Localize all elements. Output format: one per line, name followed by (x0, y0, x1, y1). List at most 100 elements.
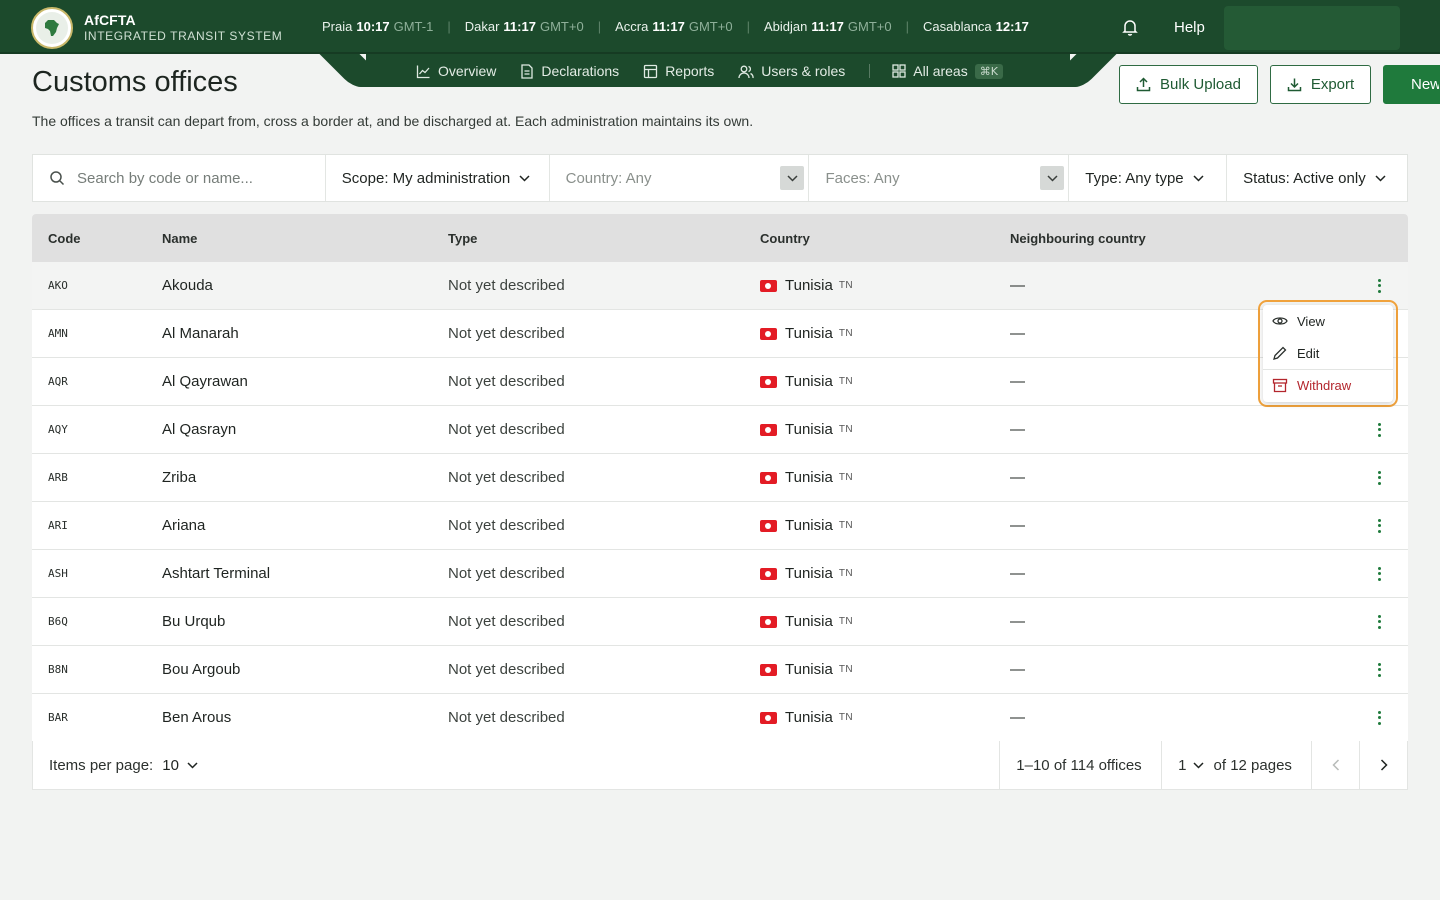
column-header-neighbouring-country[interactable]: Neighbouring country (1010, 231, 1350, 246)
user-account-menu[interactable] (1224, 6, 1400, 50)
country-combobox-toggle[interactable] (780, 166, 805, 190)
table-row[interactable]: ARI Ariana Not yet described Tunisia TN — (32, 502, 1408, 550)
kebab-menu-icon (1377, 662, 1381, 677)
clock-dakar: Dakar 11:17 GMT+0 (464, 19, 584, 34)
column-header-country[interactable]: Country (760, 231, 1010, 246)
nav-tab-reports[interactable]: Reports (643, 63, 714, 79)
country-iso-code: TN (838, 376, 854, 387)
bulk-upload-label: Bulk Upload (1160, 76, 1241, 93)
country-name: Tunisia (785, 325, 833, 342)
chevron-left-icon (1332, 759, 1339, 771)
nav-all-areas[interactable]: All areas ⌘K (892, 63, 1003, 79)
afcfta-logo[interactable] (31, 7, 73, 49)
office-country: Tunisia TN (760, 373, 1010, 390)
pencil-icon (1273, 346, 1287, 360)
bulk-upload-button[interactable]: Bulk Upload (1119, 65, 1258, 104)
new-office-button[interactable]: New (1383, 65, 1440, 104)
country-name: Tunisia (785, 661, 833, 678)
row-actions-button[interactable] (1350, 662, 1408, 677)
row-actions-button[interactable] (1350, 422, 1408, 437)
tunisia-flag-icon (760, 423, 777, 436)
country-iso-code: TN (838, 616, 854, 627)
notifications-bell-icon[interactable] (1120, 17, 1140, 37)
africa-map-icon (36, 12, 68, 44)
help-link[interactable]: Help (1174, 19, 1205, 36)
office-code: ASH (48, 567, 68, 580)
menu-item-edit[interactable]: Edit (1263, 337, 1393, 369)
table-row[interactable]: ARB Zriba Not yet described Tunisia TN — (32, 454, 1408, 502)
nav-tab-users-roles[interactable]: Users & roles (738, 63, 845, 79)
current-page-select[interactable]: 1 (1178, 757, 1186, 774)
status-filter-dropdown[interactable]: Status: Active only (1227, 155, 1407, 201)
previous-page-button[interactable] (1311, 741, 1359, 789)
table-row[interactable]: B8N Bou Argoub Not yet described Tunisia TN — (32, 646, 1408, 694)
office-name: Ariana (162, 517, 206, 534)
office-country: Tunisia TN (760, 565, 1010, 582)
scope-filter-dropdown[interactable]: Scope: My administration (326, 155, 550, 201)
search-input[interactable]: Search by code or name... (33, 155, 326, 201)
items-per-page-label: Items per page: (49, 756, 154, 774)
country-name: Tunisia (785, 565, 833, 582)
kebab-menu-icon (1377, 470, 1381, 485)
faces-combobox-toggle[interactable] (1040, 166, 1065, 190)
row-actions-menu: View Edit Withdraw (1263, 305, 1393, 402)
search-placeholder: Search by code or name... (77, 169, 253, 187)
table-row[interactable]: BAR Ben Arous Not yet described Tunisia TN — (32, 694, 1408, 742)
menu-item-label: View (1297, 313, 1325, 329)
type-filter-dropdown[interactable]: Type: Any type (1069, 155, 1228, 201)
row-actions-button[interactable] (1350, 518, 1408, 533)
document-icon (521, 63, 534, 79)
column-header-name[interactable]: Name (162, 231, 448, 246)
tunisia-flag-icon (760, 519, 777, 532)
table-row[interactable]: B6Q Bu Urqub Not yet described Tunisia TN — (32, 598, 1408, 646)
office-country: Tunisia TN (760, 709, 1010, 726)
office-type: Not yet described (448, 565, 565, 582)
eye-icon (1272, 317, 1288, 325)
users-icon (738, 65, 754, 78)
office-name: Ben Arous (162, 709, 232, 726)
table-row[interactable]: AQY Al Qasrayn Not yet described Tunisia TN — (32, 406, 1408, 454)
row-actions-button[interactable] (1350, 614, 1408, 629)
country-iso-code: TN (838, 568, 854, 579)
row-actions-button[interactable] (1350, 710, 1408, 725)
table-row[interactable]: AKO Akouda Not yet described Tunisia TN — (32, 262, 1408, 310)
neighbouring-country: — (1010, 421, 1025, 438)
nav-tab-label: Declarations (541, 63, 620, 79)
page-description: The offices a transit can depart from, c… (32, 113, 754, 129)
tunisia-flag-icon (760, 327, 777, 340)
nav-tab-declarations[interactable]: Declarations (520, 63, 619, 79)
export-button[interactable]: Export (1270, 65, 1371, 104)
nav-all-areas-label: All areas (913, 63, 968, 79)
row-actions-button[interactable] (1350, 566, 1408, 581)
office-name: Al Qasrayn (162, 421, 237, 438)
menu-item-withdraw[interactable]: Withdraw (1263, 369, 1393, 401)
office-name: Zriba (162, 469, 197, 486)
office-country: Tunisia TN (760, 613, 1010, 630)
kebab-menu-icon (1377, 518, 1381, 533)
brand-name: AfCFTA (84, 12, 136, 28)
neighbouring-country: — (1010, 469, 1025, 486)
column-header-type[interactable]: Type (448, 231, 760, 246)
items-per-page-select[interactable]: 10 (162, 757, 179, 774)
chevron-right-icon (1380, 759, 1388, 771)
office-name: Bu Urqub (162, 613, 226, 630)
office-code: AKO (48, 279, 68, 292)
faces-filter-combobox[interactable]: Faces: Any (809, 155, 1070, 201)
column-header-code[interactable]: Code (32, 231, 162, 246)
table-header: Code Name Type Country Neighbouring coun… (32, 214, 1408, 262)
menu-item-view[interactable]: View (1263, 305, 1393, 337)
table-row[interactable]: AQR Al Qayrawan Not yet described Tunisia TN… (32, 358, 1408, 406)
office-code: B8N (48, 663, 68, 676)
tunisia-flag-icon (760, 615, 777, 628)
next-page-button[interactable] (1359, 741, 1407, 789)
table-row[interactable]: ASH Ashtart Terminal Not yet described Tuni… (32, 550, 1408, 598)
download-icon (1287, 78, 1302, 92)
row-actions-button[interactable] (1350, 470, 1408, 485)
office-country: Tunisia TN (760, 325, 1010, 342)
kebab-menu-icon (1377, 566, 1381, 581)
row-actions-button[interactable] (1350, 278, 1408, 293)
country-filter-combobox[interactable]: Country: Any (550, 155, 810, 201)
office-type: Not yet described (448, 469, 565, 486)
nav-tab-overview[interactable]: Overview (416, 63, 496, 79)
table-row[interactable]: AMN Al Manarah Not yet described Tunisia TN — (32, 310, 1408, 358)
